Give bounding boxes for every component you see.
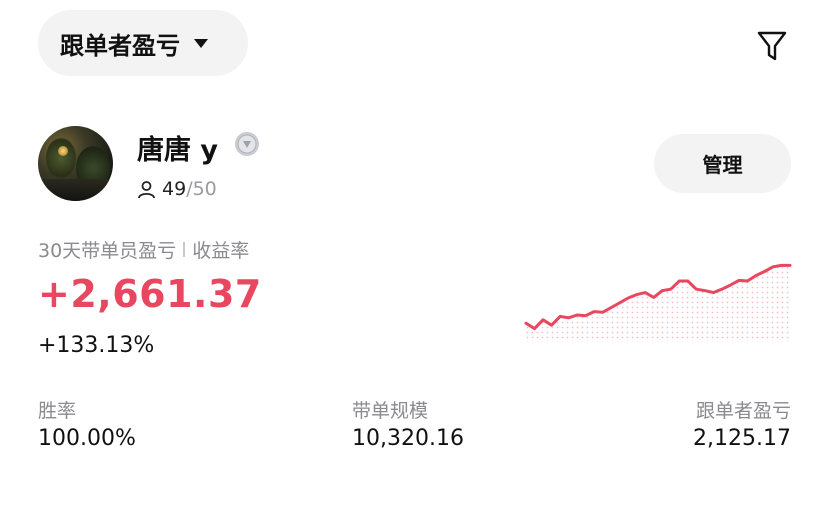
followers-max: /50 — [186, 178, 217, 200]
user-icon — [138, 180, 155, 198]
aum-value: 10,320.16 — [352, 426, 464, 451]
win-rate-value: 100.00% — [38, 426, 136, 451]
filter-icon[interactable] — [756, 29, 788, 63]
caret-down-icon — [194, 38, 208, 48]
follower-pnl-label: 跟单者盈亏 — [695, 400, 791, 422]
sort-dropdown-label: 跟单者盈亏 — [60, 31, 180, 60]
trader-name: 唐唐 y — [137, 135, 218, 166]
manage-button[interactable]: 管理 — [654, 134, 791, 193]
divider — [183, 242, 186, 257]
silver-medal-icon — [235, 132, 259, 156]
yield-rate-value: +133.13% — [38, 333, 155, 358]
pnl-header: 30天带单员盈亏 收益率 — [38, 236, 249, 263]
pnl-sparkline — [524, 263, 792, 342]
pnl-value: +2,661.37 — [38, 272, 262, 316]
yield-rate-label[interactable]: 收益率 — [192, 236, 249, 263]
win-rate-label: 胜率 — [38, 400, 77, 422]
aum-label: 带单规模 — [352, 400, 429, 422]
followers-count: 49/50 — [137, 178, 217, 200]
follower-pnl-value: 2,125.17 — [693, 426, 791, 451]
sparkline-area — [526, 265, 790, 342]
pnl-period-label: 30天带单员盈亏 — [38, 240, 177, 262]
sort-dropdown[interactable]: 跟单者盈亏 — [38, 10, 248, 76]
avatar[interactable] — [38, 126, 113, 201]
followers-current: 49 — [162, 178, 187, 200]
